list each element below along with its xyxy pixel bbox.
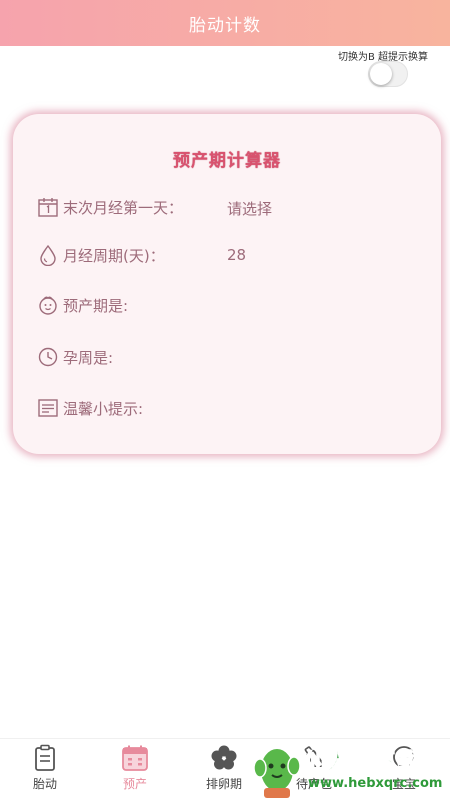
page-title: 胎动计数 (189, 15, 261, 36)
notes-icon (38, 399, 58, 417)
watermark-url: www.hebxqrc.com (308, 776, 443, 791)
row-label-last-period: 末次月经第一天： (63, 198, 184, 217)
app-header: 胎动计数 (0, 0, 450, 46)
cactus-logo-icon (253, 747, 301, 798)
row-due-date: 预产期是: (37, 292, 128, 318)
last-period-select[interactable]: 请选择 (227, 198, 272, 219)
card-title: 预产期计算器 (173, 151, 281, 171)
tab-due-date[interactable]: 预产 (105, 743, 165, 799)
clipboard-icon (35, 744, 55, 771)
row-label-tips: 温馨小提示: (63, 399, 144, 418)
calendar-icon (38, 198, 58, 217)
tab-label-fetal-movement: 胎动 (32, 777, 57, 791)
tab-ovulation[interactable]: 排卵期 (194, 743, 254, 799)
cycle-length-value[interactable]: 28 (227, 246, 246, 264)
b-ultrasound-toggle[interactable] (368, 61, 408, 87)
tab-label-due-date: 预产 (122, 777, 147, 791)
baby-face-icon (39, 296, 57, 315)
due-date-calculator-card: 预产期计算器 末次月经第一天： 请选择 月经周期(天)： 28 预产期是: 孕周… (13, 114, 441, 454)
flower-icon (211, 745, 237, 770)
tab-fetal-movement[interactable]: 胎动 (15, 743, 75, 799)
clock-icon (38, 347, 58, 367)
calendar-grid-icon (122, 745, 148, 771)
row-cycle-length[interactable]: 月经周期(天)： (37, 242, 165, 268)
toggle-knob[interactable] (370, 63, 392, 85)
row-label-cycle-length: 月经周期(天)： (63, 246, 165, 265)
droplet-icon (40, 244, 56, 266)
row-gestational-week: 孕周是: (37, 344, 113, 370)
watermark-text: 仙人掌下载网 (303, 750, 443, 776)
row-last-period[interactable]: 末次月经第一天： (37, 194, 183, 220)
row-label-due-date: 预产期是: (63, 296, 129, 315)
site-watermark: 仙人掌下载网 www.hebxqrc.com (252, 742, 448, 798)
row-label-gestational-week: 孕周是: (63, 348, 114, 367)
tab-label-ovulation: 排卵期 (205, 777, 242, 791)
row-tips: 温馨小提示: (37, 395, 143, 421)
